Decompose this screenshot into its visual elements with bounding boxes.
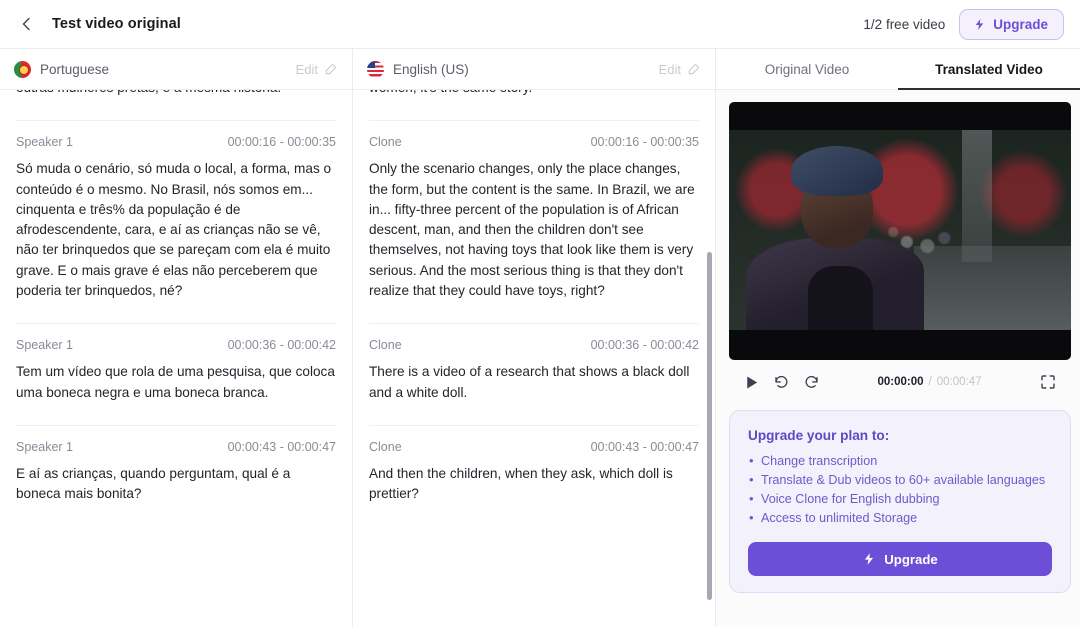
segment-speaker: Clone xyxy=(369,338,402,353)
upgrade-button-header-label: Upgrade xyxy=(993,16,1048,32)
player-controls: 00:00:00 / 00:00:47 xyxy=(729,360,1071,404)
tab-original-video[interactable]: Original Video xyxy=(716,49,898,89)
back-button[interactable] xyxy=(14,11,40,37)
flag-portugal-icon xyxy=(14,60,31,78)
upgrade-benefit-item: Change transcription xyxy=(748,451,1052,471)
scene-road xyxy=(913,246,1071,330)
transcript-scrollbar[interactable] xyxy=(707,252,712,600)
segment-meta: Clone 00:00:16 - 00:00:35 xyxy=(369,135,699,149)
play-button[interactable] xyxy=(743,374,760,391)
upgrade-button-promo[interactable]: Upgrade xyxy=(748,542,1052,576)
flag-usa-icon xyxy=(367,60,384,78)
chevron-left-icon xyxy=(22,17,30,31)
video-frame-image xyxy=(729,130,1071,330)
segment-list-target: women, it's the same story. Clone 00:00:… xyxy=(369,90,699,527)
segment-meta: Clone 00:00:36 - 00:00:42 xyxy=(369,338,699,352)
segment-timecode: 00:00:36 - 00:00:42 xyxy=(227,338,336,353)
pencil-square-icon xyxy=(688,63,700,75)
edit-button-source[interactable]: Edit xyxy=(296,62,338,77)
upgrade-benefit-list: Change transcription Translate & Dub vid… xyxy=(748,451,1052,528)
transcript-segment[interactable]: Speaker 1 00:00:43 - 00:00:47 E aí as cr… xyxy=(16,426,336,527)
segment-speaker: Speaker 1 xyxy=(16,135,73,150)
video-preview-panel: 00:00:00 / 00:00:47 Upgrade your plan to… xyxy=(716,90,1080,627)
transcript-segment[interactable]: Clone 00:00:43 - 00:00:47 And then the c… xyxy=(369,426,699,527)
segment-text[interactable]: women, it's the same story. xyxy=(369,90,699,98)
transcript-segment[interactable]: Speaker 1 00:00:16 - 00:00:35 Só muda o … xyxy=(16,121,336,325)
language-header-source: Portuguese Edit xyxy=(0,49,353,89)
video-player[interactable] xyxy=(729,102,1071,360)
edit-button-target-label: Edit xyxy=(658,61,681,77)
app-root: Test video original 1/2 free video Upgra… xyxy=(0,0,1080,627)
person-headwrap xyxy=(790,146,883,196)
fullscreen-icon xyxy=(1041,375,1055,389)
tab-translated-video[interactable]: Translated Video xyxy=(898,49,1080,90)
transcript-segment[interactable]: Clone 00:00:16 - 00:00:35 Only the scena… xyxy=(369,121,699,325)
forward-icon xyxy=(805,375,818,388)
lightning-bolt-icon xyxy=(975,18,984,30)
app-header: Test video original 1/2 free video Upgra… xyxy=(0,0,1080,49)
segment-text[interactable]: And then the children, when they ask, wh… xyxy=(369,464,699,505)
page-title: Test video original xyxy=(52,16,181,32)
video-tab-strip: Original Video Translated Video xyxy=(716,49,1080,90)
rewind-icon xyxy=(775,375,788,388)
transcript-column-target[interactable]: women, it's the same story. Clone 00:00:… xyxy=(353,90,716,627)
segment-meta: Speaker 1 00:00:43 - 00:00:47 xyxy=(16,440,336,454)
segment-meta: Speaker 1 00:00:36 - 00:00:42 xyxy=(16,338,336,352)
upgrade-promo-title: Upgrade your plan to: xyxy=(748,428,890,443)
tab-original-video-label: Original Video xyxy=(764,61,850,77)
segment-timecode: 00:00:36 - 00:00:42 xyxy=(590,338,699,353)
segment-timecode: 00:00:16 - 00:00:35 xyxy=(590,135,699,150)
lightning-bolt-icon xyxy=(865,553,874,565)
total-time: 00:00:47 xyxy=(936,376,982,388)
upgrade-promo-card: Upgrade your plan to: Change transcripti… xyxy=(729,410,1071,593)
segment-timecode: 00:00:43 - 00:00:47 xyxy=(227,439,336,454)
source-language-label: Portuguese xyxy=(40,61,110,77)
fullscreen-button[interactable] xyxy=(1039,373,1057,391)
segment-text[interactable]: Tem um vídeo que rola de uma pesquisa, q… xyxy=(16,362,336,403)
play-icon xyxy=(747,375,758,389)
segment-text[interactable]: E aí as crianças, quando perguntam, qual… xyxy=(16,464,336,505)
segment-text[interactable]: Só muda o cenário, só muda o local, a fo… xyxy=(16,159,336,301)
segment-text[interactable]: There is a video of a research that show… xyxy=(369,362,699,403)
scene-pillar xyxy=(961,130,993,262)
pencil-square-icon xyxy=(325,63,337,75)
edit-button-source-label: Edit xyxy=(295,61,318,77)
player-timecode: 00:00:00 / 00:00:47 xyxy=(877,376,981,388)
edit-button-target[interactable]: Edit xyxy=(659,62,701,77)
current-time: 00:00:00 xyxy=(877,376,924,388)
segment-speaker: Speaker 1 xyxy=(16,439,73,454)
segment-speaker: Clone xyxy=(369,135,402,150)
transcript-segment[interactable]: women, it's the same story. xyxy=(369,90,699,122)
upgrade-benefit-item: Access to unlimited Storage xyxy=(748,508,1052,528)
language-header-target: English (US) Edit xyxy=(353,49,716,89)
transcript-segment[interactable]: Clone 00:00:36 - 00:00:42 There is a vid… xyxy=(369,324,699,426)
tab-translated-video-label: Translated Video xyxy=(935,61,1043,77)
upgrade-button-header[interactable]: Upgrade xyxy=(959,8,1064,40)
segment-speaker: Speaker 1 xyxy=(16,338,73,353)
person-top xyxy=(807,266,873,330)
segment-meta: Clone 00:00:43 - 00:00:47 xyxy=(369,440,699,454)
segment-list-source: outras mulheres pretas, é a mesma histór… xyxy=(16,90,336,527)
transcript-column-source[interactable]: outras mulheres pretas, é a mesma histór… xyxy=(0,90,353,627)
upgrade-benefit-item: Voice Clone for English dubbing xyxy=(748,489,1052,509)
segment-timecode: 00:00:16 - 00:00:35 xyxy=(227,135,336,150)
target-language-label: English (US) xyxy=(393,61,469,77)
transcript-segment[interactable]: Speaker 1 00:00:36 - 00:00:42 Tem um víd… xyxy=(16,324,336,426)
subheader-bar: Portuguese Edit English (US) Edit Origin… xyxy=(0,49,1080,90)
main-body: outras mulheres pretas, é a mesma histór… xyxy=(0,90,1080,627)
transcript-segment[interactable]: outras mulheres pretas, é a mesma histór… xyxy=(16,90,336,122)
segment-text[interactable]: outras mulheres pretas, é a mesma histór… xyxy=(16,90,336,98)
upgrade-button-promo-label: Upgrade xyxy=(884,551,938,567)
free-video-count: 1/2 free video xyxy=(863,16,946,32)
time-separator: / xyxy=(928,376,932,388)
forward-button[interactable] xyxy=(803,374,820,391)
upgrade-benefit-item: Translate & Dub videos to 60+ available … xyxy=(748,470,1052,490)
segment-speaker: Clone xyxy=(369,439,402,454)
header-actions: 1/2 free video Upgrade xyxy=(863,8,1064,40)
segment-timecode: 00:00:43 - 00:00:47 xyxy=(590,439,699,454)
rewind-button[interactable] xyxy=(773,374,790,391)
segment-text[interactable]: Only the scenario changes, only the plac… xyxy=(369,159,699,301)
segment-meta: Speaker 1 00:00:16 - 00:00:35 xyxy=(16,135,336,149)
